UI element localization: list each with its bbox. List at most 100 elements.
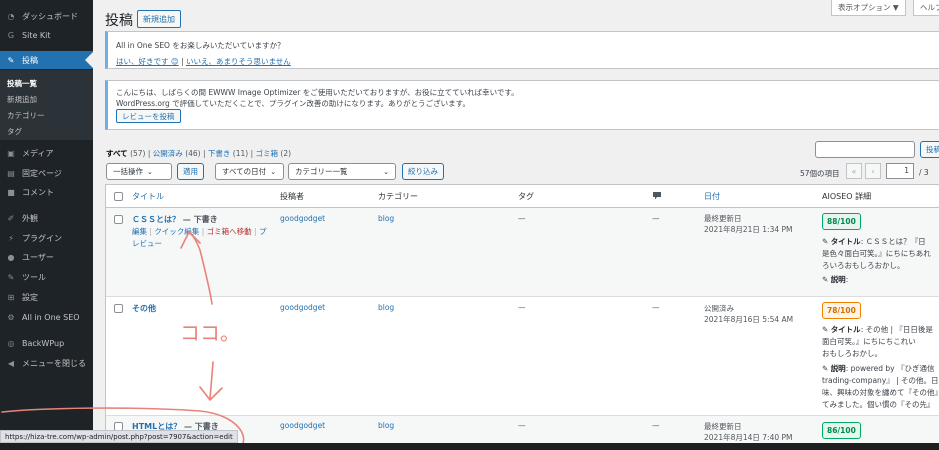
post-search-input[interactable] [815,141,915,158]
date-filter-select[interactable]: すべての日付 ⌄ [215,163,284,180]
sidebar-item-label: 投稿 [22,55,38,65]
column-title[interactable]: タイトル [132,191,164,202]
aioseo-gear-icon: ⚙ [7,312,15,322]
sidebar-item-label: 固定ページ [22,168,62,178]
date-status: 最終更新日 [704,214,742,223]
settings-icon: ⊞ [7,292,15,302]
column-category: カテゴリー [378,192,418,201]
view-published-count: (46) [185,149,201,158]
sidebar-item-media[interactable]: ▣ メディア [0,144,93,162]
date-value: 2021年8月14日 7:40 PM [704,433,793,442]
row-checkbox[interactable] [114,304,123,313]
apply-button[interactable]: 適用 [177,163,204,180]
collapse-icon: ◀ [7,358,15,368]
category-link[interactable]: blog [378,421,394,430]
comment-icon: ■ [7,187,15,197]
preview-link[interactable]: プ [259,227,267,236]
view-all[interactable]: すべて [106,149,128,158]
google-icon: G [7,30,15,40]
pencil-icon[interactable]: ✎ [822,364,828,373]
seo-score-badge: 78/100 [822,302,861,319]
author-link[interactable]: goodgodget [280,214,325,223]
notice-question: All in One SEO をお楽しみいただいていますか？ [116,41,285,50]
edit-link[interactable]: 編集 [132,227,147,236]
sidebar-item-pages[interactable]: ▤ 固定ページ [0,164,93,182]
items-count: 57個の項目 [800,169,840,178]
tags-value: — [518,214,526,223]
pencil-icon[interactable]: ✎ [822,275,828,284]
total-pages: / 3 [919,168,929,177]
sidebar-item-sitekit[interactable]: G Site Kit [0,26,93,44]
bulk-actions-select[interactable]: 一括操作 ⌄ [106,163,172,180]
quick-edit-link[interactable]: クイック編集 [154,227,199,236]
dashboard-icon: ◔ [7,11,15,21]
no-link[interactable]: いいえ、あまりそう思いません [186,57,291,66]
user-icon: ● [7,252,15,262]
view-drafts[interactable]: 下書き [208,149,231,158]
view-trash[interactable]: ゴミ箱 [256,149,279,158]
sidebar-item-label: ユーザー [22,252,54,262]
chevron-down-icon: ⌄ [270,167,277,176]
view-published[interactable]: 公開済み [153,149,183,158]
author-link[interactable]: goodgodget [280,303,325,312]
first-page-button[interactable]: « [846,163,862,179]
sidebar-item-posts[interactable]: ✎ 投稿 [0,51,93,69]
notice-line-1: こんにちは、しばらくの間 EWWW Image Optimizer をご使用いた… [116,88,519,97]
column-author: 投稿者 [280,192,304,201]
category-link[interactable]: blog [378,303,394,312]
sidebar-item-backwpup[interactable]: ◎ BackWPup [0,334,93,352]
pencil-icon[interactable]: ✎ [822,325,828,334]
search-posts-button[interactable]: 投稿 [920,141,939,158]
sidebar-item-label: メディア [22,148,54,158]
sidebar-item-settings[interactable]: ⊞ 設定 [0,288,93,306]
yes-link[interactable]: はい、好きです 😊 [116,57,179,66]
submenu-item-add-new[interactable]: 新規追加 [7,94,37,105]
media-icon: ▣ [7,148,15,158]
sidebar-item-aioseo[interactable]: ⚙ All in One SEO [0,308,93,326]
post-title-link[interactable]: ＣＳＳとは？ — 下書き [132,214,218,225]
comment-bubble-icon[interactable] [652,191,662,203]
help-button[interactable]: ヘルプ [913,0,939,16]
author-link[interactable]: goodgodget [280,421,325,430]
post-review-button[interactable]: レビューを投稿 [116,109,181,123]
seo-score-badge: 86/100 [822,422,861,439]
sidebar-item-appearance[interactable]: ✐ 外観 [0,209,93,227]
submenu-item-categories[interactable]: カテゴリー [7,110,45,121]
column-date[interactable]: 日付 [704,191,720,202]
category-filter-value: カテゴリー一覧 [295,167,348,176]
category-filter-select[interactable]: カテゴリー一覧 ⌄ [288,163,396,180]
select-all-checkbox[interactable] [114,192,123,201]
screen-options-button[interactable]: 表示オプション ▼ [831,0,906,16]
sidebar-item-label: 外観 [22,213,38,223]
date-status: 公開済み [704,304,734,313]
row-checkbox[interactable] [114,215,123,224]
preview-link-continued[interactable]: レビュー [132,238,162,249]
sidebar-item-plugins[interactable]: ⚡ プラグイン [0,229,93,247]
post-title-link[interactable]: その他 [132,303,156,314]
sidebar-collapse-menu[interactable]: ◀ メニューを閉じる [0,354,93,372]
date-status: 最終更新日 [704,422,742,431]
filter-button[interactable]: 絞り込み [402,163,444,180]
aioseo-feedback-notice: All in One SEO をお楽しみいただいていますか？ はい、好きです 😊… [105,31,939,69]
sidebar-item-dashboard[interactable]: ◔ ダッシュボード [0,7,93,25]
current-menu-arrow [85,52,93,68]
brush-icon: ✐ [7,213,15,223]
column-aioseo: AIOSEO 詳細 [822,192,872,201]
comments-value: — [652,303,660,312]
sidebar-item-tools[interactable]: ✎ ツール [0,268,93,286]
category-link[interactable]: blog [378,214,394,223]
plugin-icon: ⚡ [8,233,14,243]
table-row: その他 goodgodget blog — — 公開済み 2021年8月16日 … [106,297,939,415]
submenu-item-all-posts[interactable]: 投稿一覧 [7,78,37,89]
seo-title-detail: ✎ タイトル: その他 | 『日日後是 面白可笑。』にちにちこれい おもしろおか… [822,325,933,358]
sidebar-item-comments[interactable]: ■ コメント [0,183,93,201]
pencil-icon[interactable]: ✎ [822,237,828,246]
submenu-item-tags[interactable]: タグ [7,126,22,137]
add-new-post-button[interactable]: 新規追加 [137,10,181,28]
trash-link[interactable]: ゴミ箱へ移動 [207,227,252,236]
current-page-input[interactable]: 1 [886,163,914,179]
date-filter-value: すべての日付 [222,167,267,176]
sidebar-item-users[interactable]: ● ユーザー [0,248,93,266]
prev-page-button[interactable]: ‹ [865,163,881,179]
backup-icon: ◎ [7,338,15,348]
